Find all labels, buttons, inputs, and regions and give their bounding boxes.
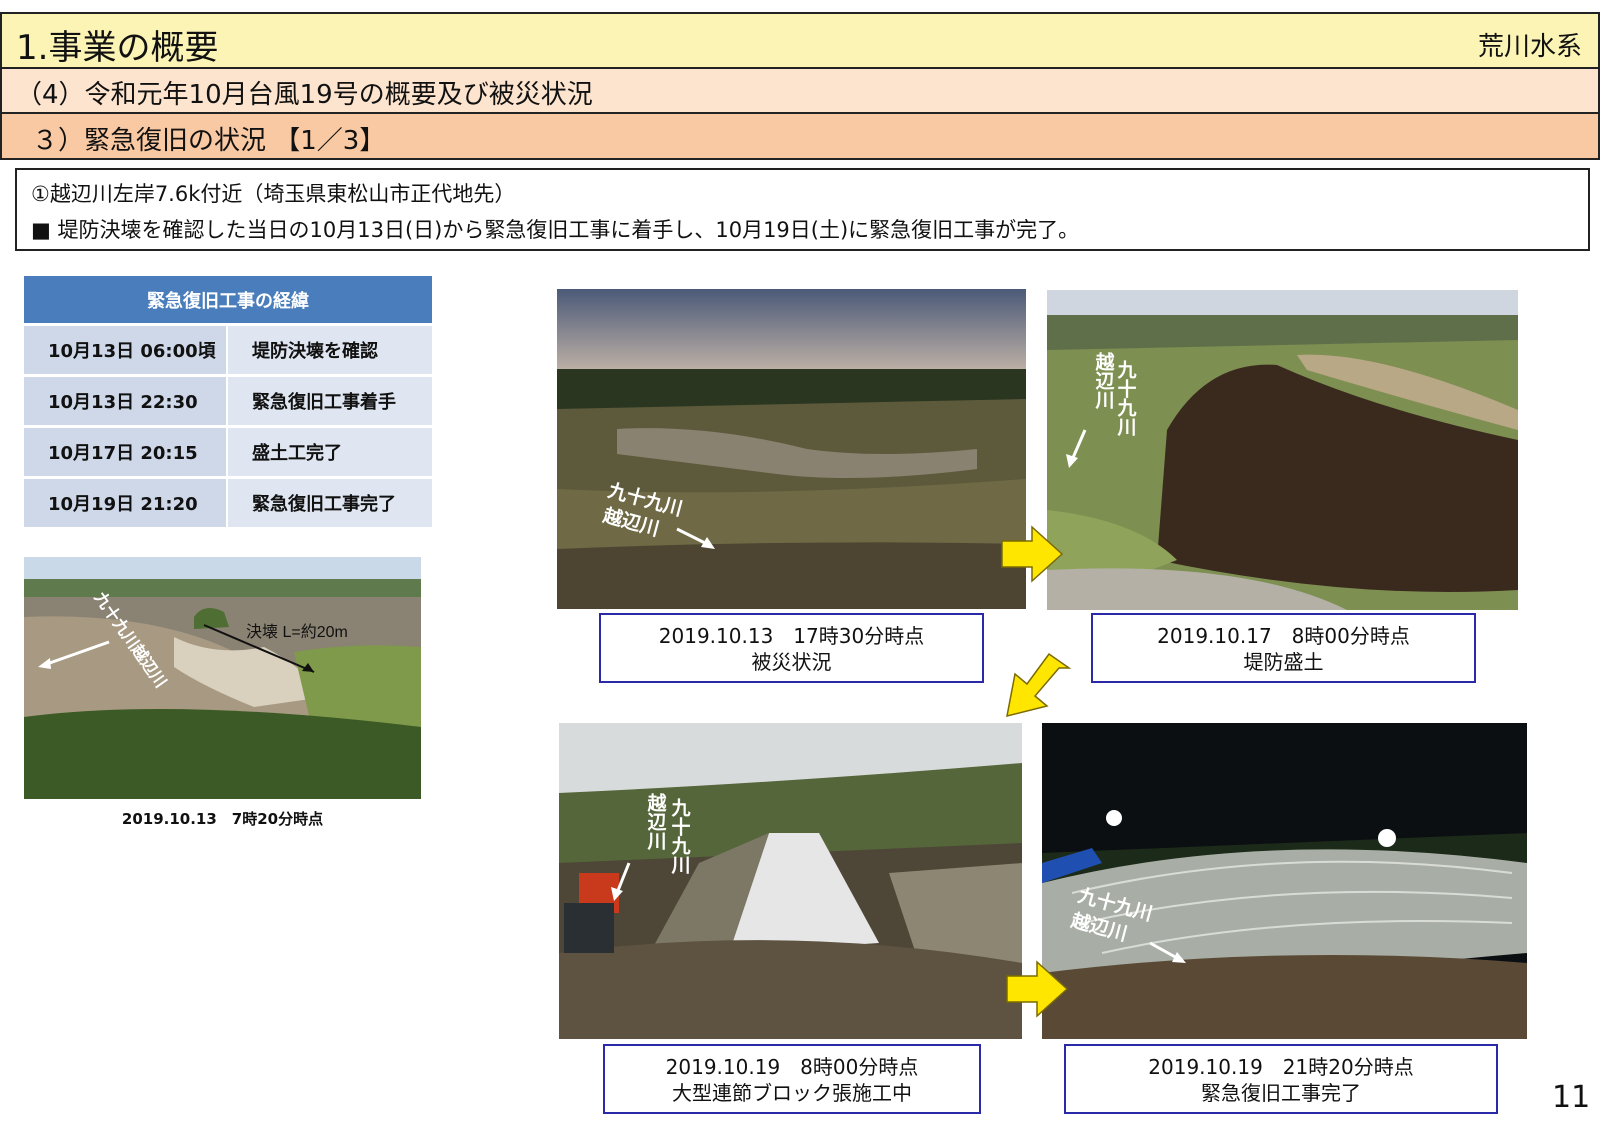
photo-levee-break: 九十九川越辺川 決壊 L=約20m — [24, 557, 421, 799]
river-system-label: 荒川水系 — [1477, 32, 1582, 62]
caption-desc: 堤防盛土 — [1243, 650, 1324, 674]
subsection-title: ３）緊急復旧の状況 【1／3】 — [32, 126, 386, 156]
photo-caption: 2019.10.13 17時30分時点 被災状況 — [599, 613, 984, 683]
photo-caption: 2019.10.19 8時00分時点 大型連節ブロック張施工中 — [603, 1044, 981, 1114]
timeline-time: 10月19日 21:20 — [24, 479, 226, 527]
photo-damage-state: 九十九川 越辺川 — [557, 289, 1026, 609]
caption-date: 2019.10.13 17時30分時点 — [658, 624, 925, 648]
timeline-event: 堤防決壊を確認 — [228, 326, 432, 374]
caption-date: 2019.10.19 21時20分時点 — [1148, 1055, 1414, 1079]
table-row: 10月19日 21:20 緊急復旧工事完了 — [24, 479, 432, 527]
location-text: ①越辺川左岸7.6k付近（埼玉県東松山市正代地先） — [31, 182, 516, 206]
table-row: 10月13日 22:30 緊急復旧工事着手 — [24, 377, 432, 425]
photo-completed: 九十九川 越辺川 — [1042, 723, 1527, 1039]
summary-text: ■ 堤防決壊を確認した当日の10月13日(日)から緊急復旧工事に着手し、10月1… — [31, 218, 1080, 242]
timeline-time: 10月13日 06:00頃 — [24, 326, 226, 374]
page-number: 11 — [1552, 1080, 1591, 1115]
timeline-event: 緊急復旧工事完了 — [228, 479, 432, 527]
section-title: （4）令和元年10月台風19号の概要及び被災状況 — [16, 80, 593, 110]
photo-embankment: 九十九川 越辺川 — [1047, 290, 1518, 610]
river-label: 九十九川 — [1115, 360, 1138, 437]
left-photo-caption: 2019.10.13 7時20分時点 — [121, 810, 324, 828]
caption-desc: 大型連節ブロック張施工中 — [672, 1081, 912, 1105]
summary-box: ①越辺川左岸7.6k付近（埼玉県東松山市正代地先） ■ 堤防決壊を確認した当日の… — [15, 168, 1590, 251]
timeline-event: 盛土工完了 — [228, 428, 432, 476]
table-row: 10月13日 06:00頃 堤防決壊を確認 — [24, 326, 432, 374]
section-bar: （4）令和元年10月台風19号の概要及び被災状況 — [0, 69, 1600, 114]
caption-desc: 緊急復旧工事完了 — [1201, 1081, 1361, 1105]
down-left-arrow-icon — [1006, 652, 1072, 718]
river-label: 九十九川 — [669, 798, 692, 875]
timeline-header: 緊急復旧工事の経緯 — [24, 276, 432, 323]
caption-desc: 被災状況 — [751, 650, 832, 674]
river-label: 越辺川 — [1093, 351, 1116, 410]
page-title: 1.事業の概要 — [16, 28, 219, 68]
timeline-event: 緊急復旧工事着手 — [228, 377, 432, 425]
caption-date: 2019.10.19 8時00分時点 — [665, 1055, 919, 1079]
photo-caption: 2019.10.19 21時20分時点 緊急復旧工事完了 — [1064, 1044, 1498, 1114]
timeline-time: 10月13日 22:30 — [24, 377, 226, 425]
photo-block-construction: 九十九川 越辺川 — [559, 723, 1022, 1039]
right-arrow-icon — [1001, 525, 1064, 583]
river-label: 越辺川 — [645, 792, 668, 851]
subsection-bar: ３）緊急復旧の状況 【1／3】 — [0, 114, 1600, 160]
right-arrow-icon — [1006, 960, 1069, 1018]
timeline-table: 緊急復旧工事の経緯 10月13日 06:00頃 堤防決壊を確認 10月13日 2… — [24, 276, 432, 527]
photo-caption: 2019.10.17 8時00分時点 堤防盛土 — [1091, 613, 1476, 683]
break-length-label: 決壊 L=約20m — [246, 623, 348, 641]
timeline-time: 10月17日 20:15 — [24, 428, 226, 476]
caption-date: 2019.10.17 8時00分時点 — [1157, 624, 1410, 648]
table-row: 10月17日 20:15 盛土工完了 — [24, 428, 432, 476]
title-bar: 1.事業の概要 荒川水系 — [0, 12, 1600, 69]
